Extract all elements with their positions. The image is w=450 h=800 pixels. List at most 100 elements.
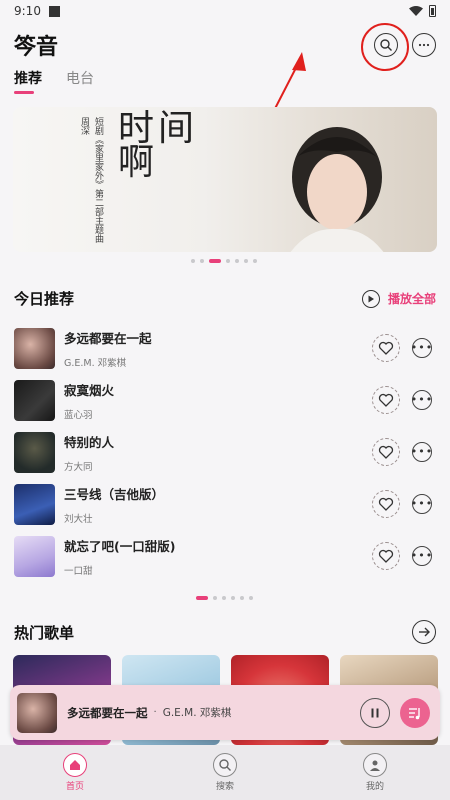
heart-icon — [378, 549, 394, 563]
more-icon: ••• — [410, 497, 434, 510]
banner[interactable]: 周深 短剧《家里家外》第二部主题曲 时间啊 — [13, 107, 437, 252]
song-artist: 刘大壮 — [64, 513, 93, 525]
hot-more-button[interactable] — [412, 620, 436, 644]
heart-icon — [378, 341, 394, 355]
song-artist: 一口甜 — [64, 565, 93, 577]
song-row[interactable]: 三号线（吉他版） 刘大壮 ••• — [14, 478, 436, 530]
banner-title: 时间啊 — [118, 108, 199, 183]
today-header: 今日推荐 播放全部 — [14, 288, 436, 309]
more-icon: ••• — [410, 393, 434, 406]
play-all-label: 播放全部 — [387, 292, 436, 306]
pause-button[interactable] — [360, 697, 390, 728]
song-row[interactable]: 特别的人方大同 ••• — [14, 426, 436, 478]
status-bar: 9:10 — [0, 0, 450, 22]
song-title: 就忘了吧(一口甜版) — [64, 538, 176, 554]
banner-subtitle: 短剧《家里家外》第二部主题曲 — [93, 117, 103, 243]
song-row[interactable]: 就忘了吧(一口甜版) 一口甜 ••• — [14, 530, 436, 582]
nav-home[interactable]: 首页 — [0, 745, 150, 800]
app-title: 笒音 — [14, 35, 59, 60]
pager-dot — [226, 259, 230, 263]
mini-player-artist: G.E.M. 邓紫棋 — [162, 707, 232, 719]
search-highlight-circle — [361, 23, 409, 71]
like-button[interactable] — [372, 438, 400, 466]
song-more-button[interactable]: ••• — [410, 546, 434, 566]
banner-artist: 周深 — [79, 117, 89, 135]
pager-dot — [213, 596, 217, 600]
banner-big-text: 时间啊 — [118, 108, 199, 183]
song-more-button[interactable]: ••• — [410, 494, 434, 514]
notification-icon — [48, 5, 60, 17]
bottom-nav: 首页 搜索 我的 — [0, 745, 450, 800]
song-title: 寂寞烟火 — [64, 382, 115, 398]
user-icon — [363, 753, 387, 777]
pager-dot — [191, 259, 195, 263]
search-icon — [213, 753, 237, 777]
song-artist: G.E.M. 邓紫棋 — [64, 357, 127, 369]
song-cover — [14, 379, 55, 421]
battery-icon — [429, 5, 436, 17]
more-button[interactable] — [412, 33, 436, 57]
nav-search-label: 搜索 — [215, 782, 234, 792]
nav-search[interactable]: 搜索 — [150, 745, 300, 800]
like-button[interactable] — [372, 490, 400, 518]
song-pager-dots — [196, 596, 253, 600]
pager-dot — [196, 596, 208, 600]
song-cover — [14, 327, 55, 369]
pause-icon — [371, 708, 379, 717]
song-more-button[interactable]: ••• — [410, 338, 434, 358]
wifi-icon — [409, 6, 423, 16]
tab-radio[interactable]: 电台 — [66, 68, 94, 94]
pager-dot — [235, 259, 239, 263]
song-title: 三号线（吉他版） — [64, 486, 165, 502]
arrow-right-icon — [419, 627, 430, 637]
nav-mine-label: 我的 — [365, 782, 384, 792]
song-list: 多远都要在一起 G.E.M. 邓紫棋 ••• 寂寞烟火蓝心羽 ••• 特别的人方大同 •••… — [14, 322, 436, 582]
song-row[interactable]: 寂寞烟火蓝心羽 ••• — [14, 374, 436, 426]
heart-icon — [378, 497, 394, 511]
song-more-button[interactable]: ••• — [410, 442, 434, 462]
banner-carousel-dots — [191, 259, 257, 263]
song-cover — [14, 535, 55, 577]
mini-player-separator: · — [153, 707, 157, 718]
pager-dot — [244, 259, 248, 263]
song-row[interactable]: 多远都要在一起 G.E.M. 邓紫棋 ••• — [14, 322, 436, 374]
song-title: 多远都要在一起 — [64, 330, 152, 346]
song-cover — [14, 483, 55, 525]
pager-dot — [200, 259, 204, 263]
pager-dot — [240, 596, 244, 600]
mini-player-title: 多远都要在一起 — [67, 705, 148, 720]
playlist-queue-button[interactable] — [400, 697, 430, 728]
heart-icon — [378, 445, 394, 459]
pager-dot — [231, 596, 235, 600]
mini-player[interactable]: 多远都要在一起 · G.E.M. 邓紫棋 — [10, 685, 440, 740]
top-tabs: 推荐 电台 — [0, 68, 450, 100]
more-icon — [418, 43, 430, 47]
song-more-button[interactable]: ••• — [410, 390, 434, 410]
today-title: 今日推荐 — [14, 290, 75, 308]
like-button[interactable] — [372, 542, 400, 570]
song-artist: 方大同 — [64, 461, 93, 473]
song-artist: 蓝心羽 — [64, 409, 93, 421]
hot-title: 热门歌单 — [14, 623, 75, 642]
heart-icon — [378, 393, 394, 407]
play-icon — [361, 289, 380, 308]
pager-dot — [249, 596, 253, 600]
queue-icon — [409, 707, 420, 719]
song-title: 特别的人 — [64, 434, 115, 450]
status-time: 9:10 — [14, 4, 41, 18]
more-icon: ••• — [410, 549, 434, 562]
hot-header: 热门歌单 — [14, 620, 436, 644]
like-button[interactable] — [372, 334, 400, 362]
song-cover — [14, 431, 55, 473]
tab-recommend[interactable]: 推荐 — [14, 68, 42, 94]
more-icon: ••• — [410, 341, 434, 354]
like-button[interactable] — [372, 386, 400, 414]
pager-dot — [222, 596, 226, 600]
nav-home-label: 首页 — [65, 782, 84, 792]
mini-player-cover — [17, 692, 57, 733]
pager-dot — [209, 259, 221, 263]
nav-mine[interactable]: 我的 — [300, 745, 450, 800]
banner-singer-image — [290, 127, 384, 252]
play-all-button[interactable]: 播放全部 — [361, 289, 436, 308]
more-icon: ••• — [410, 445, 434, 458]
